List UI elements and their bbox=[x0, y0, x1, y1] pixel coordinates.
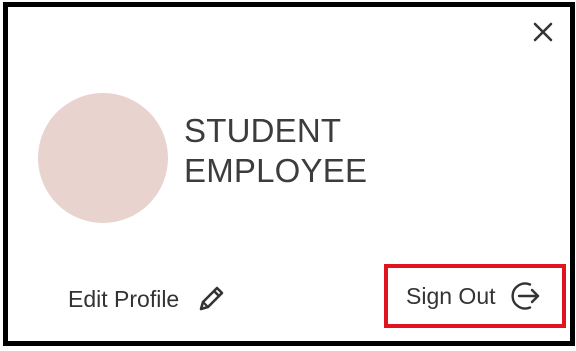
sign-out-arrow-icon bbox=[508, 279, 542, 313]
avatar bbox=[38, 93, 168, 223]
edit-profile-link[interactable]: Edit Profile bbox=[68, 279, 229, 319]
sign-out-button[interactable]: Sign Out bbox=[384, 264, 566, 328]
sign-out-label: Sign Out bbox=[406, 282, 496, 309]
pencil-icon bbox=[193, 281, 229, 317]
edit-profile-label: Edit Profile bbox=[68, 285, 180, 312]
profile-card: STUDENT EMPLOYEE Edit Profile Sign Out bbox=[3, 2, 575, 346]
user-name: STUDENT EMPLOYEE bbox=[184, 111, 367, 191]
close-button[interactable] bbox=[528, 17, 558, 47]
user-name-line2: EMPLOYEE bbox=[184, 152, 368, 189]
user-name-line1: STUDENT bbox=[184, 112, 342, 149]
close-icon bbox=[528, 17, 558, 47]
